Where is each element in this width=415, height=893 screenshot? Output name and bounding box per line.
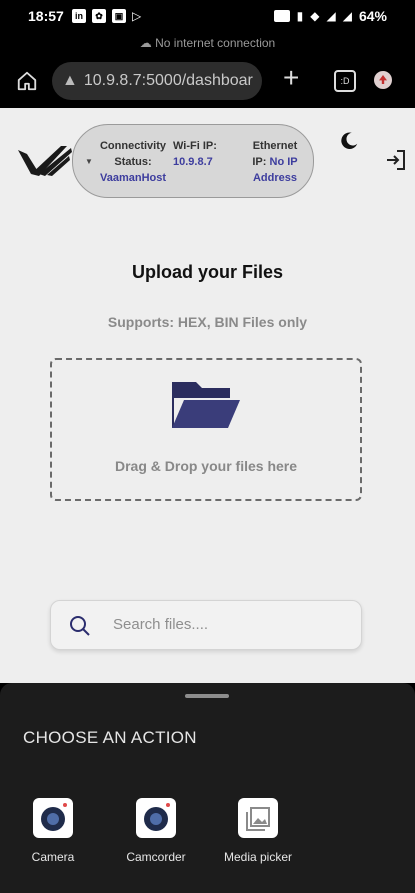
browser-toolbar: ▲ 10.9.8.7:5000/dashboar + :D: [0, 54, 415, 108]
dropdown-arrow-icon[interactable]: ▼: [85, 157, 93, 166]
dashboard-page: ▼ Connectivity Status: VaamanHost Wi-Fi …: [0, 108, 415, 683]
brand-logo: [18, 146, 72, 176]
search-bar[interactable]: [50, 600, 362, 650]
tab-switcher-button[interactable]: :D: [334, 70, 356, 92]
media-picker-action[interactable]: Media picker: [213, 798, 303, 864]
url-bar[interactable]: ▲ 10.9.8.7:5000/dashboar: [52, 62, 262, 100]
gallery-icon: ▣: [112, 9, 126, 23]
camcorder-action[interactable]: Camcorder: [111, 798, 201, 864]
notification-icons: in ✿ ▣ ▷: [72, 9, 141, 23]
upload-title: Upload your Files: [131, 262, 284, 282]
wifi-label: Wi-Fi IP:: [173, 140, 217, 152]
ethernet-column: Ethernet IP: No IP Address: [245, 138, 305, 186]
wifi-ip: 10.9.8.7: [173, 156, 213, 168]
connectivity-label: Connectivity Status:: [99, 140, 166, 168]
signal-icon-2: ◢: [342, 9, 352, 23]
sheet-drag-handle[interactable]: [185, 694, 229, 698]
status-bar: 18:57 in ✿ ▣ ▷ ▮ ◆ ◢ ◢ 64%: [0, 0, 415, 32]
vibrate-icon: ▮: [296, 9, 304, 23]
connectivity-status-panel[interactable]: ▼ Connectivity Status: VaamanHost Wi-Fi …: [72, 124, 314, 198]
new-tab-button[interactable]: +: [283, 64, 299, 92]
sheet-title: CHOOSE AN ACTION: [23, 728, 197, 747]
media-picker-label: Media picker: [223, 850, 293, 864]
folder-icon: [172, 382, 240, 428]
no-internet-banner: ☁ No internet connection: [0, 32, 415, 54]
camcorder-icon: [136, 798, 176, 838]
warning-icon[interactable]: ▲: [62, 62, 78, 100]
home-icon[interactable]: [16, 70, 38, 92]
supported-formats-text: Supports: HEX, BIN Files only: [107, 314, 308, 330]
signal-icon: ◢: [326, 9, 336, 23]
action-chooser-sheet: CHOOSE AN ACTION Camera Camcorder Media …: [0, 683, 415, 893]
connectivity-column: Connectivity Status: VaamanHost: [97, 138, 169, 186]
search-input[interactable]: [113, 601, 343, 649]
dark-mode-moon-icon[interactable]: [338, 130, 360, 152]
wifi-column: Wi-Fi IP: 10.9.8.7: [173, 138, 239, 170]
upload-extension-icon[interactable]: [374, 71, 392, 89]
play-store-icon: ▷: [132, 9, 142, 23]
camera-action[interactable]: Camera: [8, 798, 98, 864]
status-time: 18:57: [28, 8, 64, 24]
wifi-icon: ◆: [310, 9, 320, 23]
battery-level: 64%: [358, 8, 387, 24]
cloud-off-icon: ☁: [139, 36, 152, 50]
linkedin-icon: in: [72, 9, 86, 23]
camera-label: Camera: [31, 850, 75, 864]
camcorder-label: Camcorder: [126, 850, 186, 864]
search-icon: [70, 616, 90, 636]
volte-icon: [273, 10, 290, 22]
camera-icon: [33, 798, 73, 838]
no-internet-text: No internet connection: [155, 36, 276, 50]
system-indicators: ▮ ◆ ◢ ◢ 64%: [273, 8, 387, 24]
notification-icon: ✿: [92, 9, 106, 23]
file-drop-zone[interactable]: Drag & Drop your files here: [50, 358, 362, 501]
media-picker-icon: [238, 798, 278, 838]
host-name: VaamanHost: [99, 172, 167, 184]
drop-zone-text: Drag & Drop your files here: [114, 458, 298, 474]
logout-icon[interactable]: [384, 148, 408, 172]
url-text: 10.9.8.7:5000/dashboar: [83, 72, 253, 89]
